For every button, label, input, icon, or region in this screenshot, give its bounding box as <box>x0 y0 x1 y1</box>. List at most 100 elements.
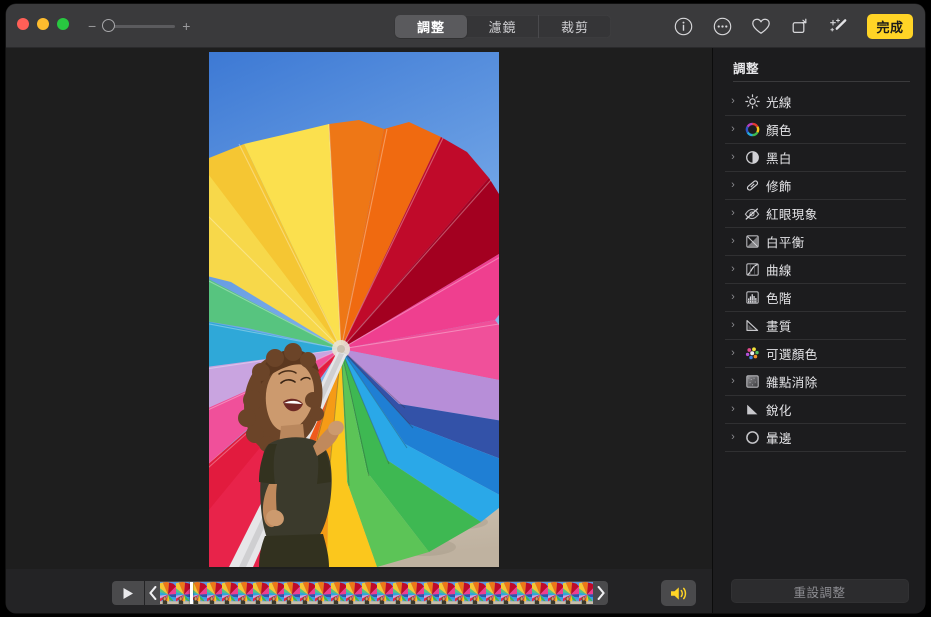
zoom-in-icon[interactable]: + <box>182 19 190 33</box>
chevron-right-icon[interactable]: › <box>725 432 741 443</box>
chevron-left-icon <box>148 586 156 600</box>
sidebar-item-light[interactable]: › 光線 <box>725 88 906 116</box>
chevron-right-icon <box>597 586 605 600</box>
filmstrip-frame[interactable] <box>501 582 517 604</box>
minimize-button[interactable] <box>37 18 49 30</box>
close-button[interactable] <box>17 18 29 30</box>
heart-icon[interactable] <box>750 15 772 37</box>
chevron-right-icon[interactable]: › <box>725 236 741 247</box>
sidebar-item-label: 修飾 <box>766 180 792 194</box>
zoom-slider-knob[interactable] <box>102 19 116 32</box>
trim-start-handle[interactable] <box>145 581 160 605</box>
tab-crop[interactable]: 裁剪 <box>539 15 611 38</box>
filmstrip-frame[interactable] <box>160 582 176 604</box>
sidebar-item-label: 雜點消除 <box>766 376 818 390</box>
filmstrip-frame[interactable] <box>175 582 191 604</box>
sidebar-item-levels[interactable]: › 色階 <box>725 284 906 312</box>
filmstrip-frame[interactable] <box>253 582 269 604</box>
playhead[interactable] <box>190 582 194 604</box>
done-button[interactable]: 完成 <box>867 13 913 39</box>
curves-icon <box>741 262 763 277</box>
chevron-right-icon[interactable]: › <box>725 292 741 303</box>
filmstrip-frame[interactable] <box>392 582 408 604</box>
filmstrip-frame[interactable] <box>346 582 362 604</box>
sidebar-title-divider <box>733 81 910 82</box>
sidebar-item-noise-reduction[interactable]: › 雜點消除 <box>725 368 906 396</box>
trim-end-handle[interactable] <box>593 581 608 605</box>
photos-edit-window: − + 調整 濾鏡 裁剪 完成 調整 › 光線 › 顏色 › 黑白 › 修飾 ›… <box>6 4 925 613</box>
sidebar-item-selective-color[interactable]: › 可選顏色 <box>725 340 906 368</box>
filmstrip-frame[interactable] <box>315 582 331 604</box>
photo-canvas <box>6 48 712 569</box>
sidebar-item-label: 顏色 <box>766 124 792 138</box>
sidebar-item-label: 光線 <box>766 96 792 110</box>
tab-filters[interactable]: 濾鏡 <box>467 15 539 38</box>
sidebar-item-label: 紅眼現象 <box>766 208 818 222</box>
sidebar-item-white-balance[interactable]: › 白平衡 <box>725 228 906 256</box>
ellipsis-circle-icon[interactable] <box>711 15 733 37</box>
filmstrip-frame[interactable] <box>237 582 253 604</box>
filmstrip-frame[interactable] <box>206 582 222 604</box>
filmstrip-frame[interactable] <box>563 582 579 604</box>
filmstrip-frame[interactable] <box>268 582 284 604</box>
reset-adjustments-button[interactable]: 重設調整 <box>730 579 909 603</box>
sidebar-item-label: 銳化 <box>766 404 792 418</box>
filmstrip-frame[interactable] <box>377 582 393 604</box>
filmstrip-frame[interactable] <box>361 582 377 604</box>
zoom-slider-group: − + <box>88 19 190 33</box>
filmstrip-frame[interactable] <box>330 582 346 604</box>
sidebar-item-sharpen[interactable]: › 銳化 <box>725 396 906 424</box>
sidebar-item-curves[interactable]: › 曲線 <box>725 256 906 284</box>
video-scrubber[interactable] <box>145 581 608 605</box>
noise-reduction-icon <box>741 374 763 389</box>
filmstrip-frame[interactable] <box>439 582 455 604</box>
sidebar-item-label: 可選顏色 <box>766 348 818 362</box>
info-circle-icon[interactable] <box>672 15 694 37</box>
magic-wand-icon[interactable] <box>828 15 850 37</box>
sidebar-item-red-eye[interactable]: › 紅眼現象 <box>725 200 906 228</box>
half-circle-icon <box>741 150 763 165</box>
photo-preview[interactable] <box>209 52 499 567</box>
sidebar-item-definition[interactable]: › 畫質 <box>725 312 906 340</box>
titlebar: − + 調整 濾鏡 裁剪 完成 <box>6 4 925 48</box>
reset-area: 重設調整 <box>713 569 925 613</box>
sidebar-item-black-and-white[interactable]: › 黑白 <box>725 144 906 172</box>
play-button[interactable] <box>112 581 144 605</box>
sidebar-item-label: 畫質 <box>766 320 792 334</box>
chevron-right-icon[interactable]: › <box>725 180 741 191</box>
filmstrip-frame[interactable] <box>547 582 563 604</box>
sidebar-item-label: 白平衡 <box>766 236 805 250</box>
chevron-right-icon[interactable]: › <box>725 376 741 387</box>
filmstrip-frame[interactable] <box>578 582 593 604</box>
filmstrip-frame[interactable] <box>454 582 470 604</box>
chevron-right-icon[interactable]: › <box>725 264 741 275</box>
sidebar-item-vignette[interactable]: › 暈邊 <box>725 424 906 452</box>
color-wheel-icon <box>741 122 763 137</box>
zoom-slider[interactable] <box>102 19 176 32</box>
filmstrip-frame[interactable] <box>516 582 532 604</box>
filmstrip-frame[interactable] <box>532 582 548 604</box>
chevron-right-icon[interactable]: › <box>725 404 741 415</box>
filmstrip[interactable] <box>160 582 593 604</box>
chevron-right-icon[interactable]: › <box>725 348 741 359</box>
sidebar-item-color[interactable]: › 顏色 <box>725 116 906 144</box>
chevron-right-icon[interactable]: › <box>725 208 741 219</box>
filmstrip-frame[interactable] <box>423 582 439 604</box>
chevron-right-icon[interactable]: › <box>725 124 741 135</box>
filmstrip-frame[interactable] <box>222 582 238 604</box>
audio-toggle-button[interactable] <box>661 580 696 606</box>
filmstrip-frame[interactable] <box>191 582 207 604</box>
filmstrip-frame[interactable] <box>408 582 424 604</box>
chevron-right-icon[interactable]: › <box>725 320 741 331</box>
sidebar-item-retouch[interactable]: › 修飾 <box>725 172 906 200</box>
filmstrip-frame[interactable] <box>470 582 486 604</box>
chevron-right-icon[interactable]: › <box>725 152 741 163</box>
filmstrip-frame[interactable] <box>284 582 300 604</box>
tab-adjust[interactable]: 調整 <box>395 15 467 38</box>
rotate-icon[interactable] <box>789 15 811 37</box>
filmstrip-frame[interactable] <box>485 582 501 604</box>
zoom-out-icon[interactable]: − <box>88 19 96 33</box>
maximize-button[interactable] <box>57 18 69 30</box>
filmstrip-frame[interactable] <box>299 582 315 604</box>
chevron-right-icon[interactable]: › <box>725 96 741 107</box>
